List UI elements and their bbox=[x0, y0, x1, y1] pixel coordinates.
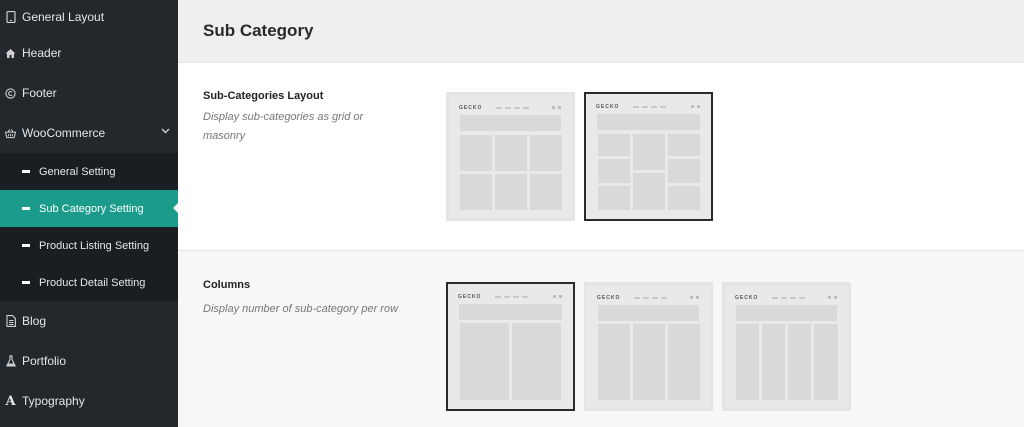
sidebar-subitem-label: Product Listing Setting bbox=[39, 239, 150, 252]
flask-icon bbox=[5, 355, 16, 367]
font-icon: A bbox=[5, 393, 16, 409]
sidebar-item-label: WooCommerce bbox=[22, 126, 106, 140]
columns-option-3[interactable]: GECKO bbox=[584, 282, 713, 411]
sidebar-item-typography[interactable]: A Typography bbox=[0, 381, 178, 421]
sidebar-subitem-label: Sub Category Setting bbox=[39, 202, 144, 215]
sidebar-subitem-product-listing-setting[interactable]: Product Listing Setting bbox=[0, 227, 178, 264]
sidebar-item-label: Portfolio bbox=[22, 354, 67, 368]
sidebar-item-portfolio[interactable]: Portfolio bbox=[0, 341, 178, 381]
sidebar-item-woocommerce[interactable]: WooCommerce bbox=[0, 113, 178, 153]
sidebar-item-label: General Layout bbox=[22, 9, 105, 24]
section-title: Columns bbox=[203, 279, 251, 291]
thumb-banner bbox=[597, 114, 700, 130]
section-columns: Columns Display number of sub-category p… bbox=[178, 252, 1024, 427]
thumb-banner bbox=[460, 115, 561, 131]
sidebar-subitem-sub-category-setting[interactable]: Sub Category Setting bbox=[0, 190, 178, 227]
section-title: Sub-Categories Layout bbox=[203, 90, 324, 102]
sidebar-item-blog[interactable]: Blog bbox=[0, 301, 178, 341]
columns-option-2[interactable]: GECKO bbox=[446, 282, 575, 411]
thumb-logo: GECKO bbox=[735, 294, 759, 301]
page-header: Sub Category bbox=[178, 0, 1024, 63]
thumb-banner bbox=[736, 305, 837, 321]
section-description: Display sub-categories as grid or masonr… bbox=[203, 111, 364, 142]
layout-option-masonry[interactable]: GECKO bbox=[584, 92, 713, 221]
page-title: Sub Category bbox=[203, 21, 314, 40]
thumb-topbar: GECKO bbox=[457, 103, 564, 112]
thumb-banner bbox=[598, 305, 699, 321]
sidebar-item-label: Typography bbox=[22, 394, 85, 408]
thumb-topbar: GECKO bbox=[595, 293, 702, 302]
section-sub-categories-layout: Sub-Categories Layout Display sub-catego… bbox=[178, 63, 1024, 251]
sidebar-item-label: Blog bbox=[22, 314, 47, 328]
main-content: Sub Category Sub-Categories Layout Displ… bbox=[178, 0, 1024, 427]
sidebar-item-label: Header bbox=[22, 46, 62, 60]
sidebar-item-footer[interactable]: Footer bbox=[0, 73, 178, 113]
file-icon bbox=[5, 315, 16, 327]
tablet-icon bbox=[5, 10, 16, 23]
dash-icon bbox=[22, 281, 30, 284]
thumb-topbar: GECKO bbox=[733, 293, 840, 302]
sidebar: General Layout Header Footer WooCommerce… bbox=[0, 0, 178, 427]
chevron-down-icon[interactable] bbox=[160, 126, 170, 136]
dash-icon bbox=[22, 244, 30, 247]
thumb-logo: GECKO bbox=[597, 294, 621, 301]
sidebar-item-header[interactable]: Header bbox=[0, 33, 178, 73]
thumb-logo: GECKO bbox=[458, 293, 482, 300]
sidebar-subitem-label: General Setting bbox=[39, 165, 116, 178]
home-icon bbox=[5, 47, 16, 59]
dash-icon bbox=[22, 207, 30, 210]
thumb-logo: GECKO bbox=[596, 103, 620, 110]
thumb-topbar: GECKO bbox=[594, 102, 703, 111]
sidebar-subitem-label: Product Detail Setting bbox=[39, 276, 146, 289]
basket-icon bbox=[5, 127, 16, 139]
woocommerce-submenu: General Setting Sub Category Setting Pro… bbox=[0, 153, 178, 301]
thumb-logo: GECKO bbox=[459, 104, 483, 111]
sidebar-subitem-product-detail-setting[interactable]: Product Detail Setting bbox=[0, 264, 178, 301]
sidebar-item-general-layout[interactable]: General Layout bbox=[0, 0, 178, 33]
layout-option-grid[interactable]: GECKO bbox=[446, 92, 575, 221]
sidebar-item-label: Footer bbox=[22, 86, 57, 100]
thumb-topbar: GECKO bbox=[456, 292, 565, 301]
columns-option-4[interactable]: GECKO bbox=[722, 282, 851, 411]
copyright-icon bbox=[5, 87, 16, 99]
section-description: Display number of sub-category per row bbox=[203, 303, 399, 315]
thumb-banner bbox=[459, 304, 562, 320]
sidebar-subitem-general-setting[interactable]: General Setting bbox=[0, 153, 178, 190]
dash-icon bbox=[22, 170, 30, 173]
